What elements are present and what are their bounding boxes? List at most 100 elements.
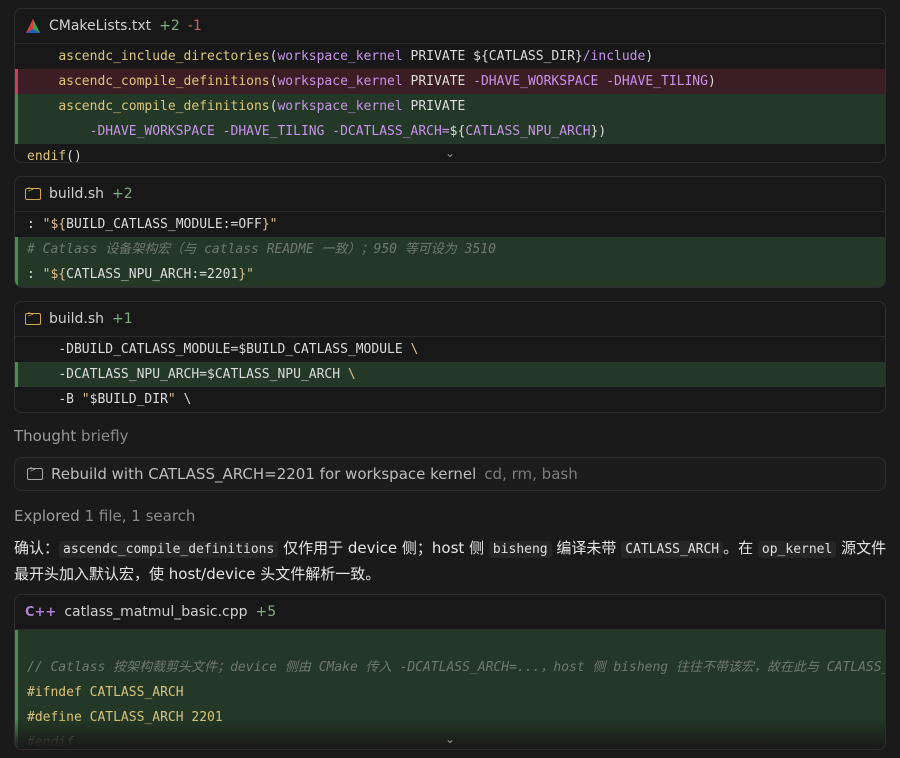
code-token: ascendc_compile_definitions (58, 99, 270, 114)
code-line: ascendc_compile_definitions(workspace_ke… (15, 94, 885, 119)
cmake-icon (26, 19, 40, 33)
code-token: ) (707, 74, 716, 89)
code-token: # Catlass 设备架构宏（与 catlass README 一致）；950… (27, 242, 496, 257)
code-token: endif (27, 149, 67, 163)
chevron-down-icon[interactable]: ⌄ (444, 147, 456, 159)
added-count: +2 (112, 186, 133, 202)
inline-code: bisheng (488, 541, 552, 558)
code-line: -DCATLASS_NPU_ARCH=$CATLASS_NPU_ARCH \ (15, 362, 885, 387)
removed-count: -1 (187, 18, 202, 34)
thought-suffix: briefly (81, 427, 129, 445)
diff-card-header[interactable]: C++ catlass_matmul_basic.cpp +5 (15, 595, 885, 630)
file-name: build.sh (49, 311, 105, 327)
message-text: 编译未带 (551, 539, 622, 557)
code-token: #ifndef (27, 685, 82, 700)
code-token: }" (261, 217, 278, 232)
inline-code: ascendc_compile_definitions (59, 541, 279, 558)
code-token: // Catlass 按架构裁剪头文件；device 侧由 CMake 传入 -… (27, 660, 886, 675)
message-text: 仅作用于 device 侧；host 侧 (278, 539, 489, 557)
explored-suffix: 1 file, 1 search (84, 507, 196, 525)
code-line: #ifndef CATLASS_ARCH (15, 680, 885, 705)
command-tools: cd, rm, bash (484, 465, 578, 483)
code-token: "${ (42, 267, 67, 282)
added-count: +1 (112, 311, 133, 327)
code-token: -DBUILD_CATLASS_MODULE=$BUILD_CATLASS_MO… (58, 342, 411, 357)
diff-card-build-sh-2: build.sh +1 -DBUILD_CATLASS_MODULE=$BUIL… (14, 301, 886, 413)
code-token: PRIVATE ${CATLASS_DIR} (402, 49, 583, 64)
code-token: $BUILD_DIR (89, 392, 168, 407)
inline-code: op_kernel (757, 541, 837, 558)
code-line: ascendc_include_directories(workspace_ke… (15, 44, 885, 69)
diff-card-cmakelists: CMakeLists.txt +2 -1 ascendc_include_dir… (14, 8, 886, 163)
code-token: " (81, 392, 90, 407)
code-token: }" (238, 267, 254, 282)
command-card[interactable]: Rebuild with CATLASS_ARCH=2201 for works… (14, 457, 886, 491)
terminal-icon (25, 185, 41, 200)
message-text: 。在 (723, 539, 758, 557)
cpp-icon: C++ (25, 604, 57, 620)
code-line: -DHAVE_WORKSPACE -DHAVE_TILING -DCATLASS… (15, 119, 885, 144)
code-line (15, 630, 885, 655)
added-count: +2 (159, 18, 180, 34)
code-line: : "${CATLASS_NPU_ARCH:=2201}" (15, 262, 885, 287)
code-token: #endif (27, 735, 74, 750)
code-token: }) (590, 124, 607, 139)
code-token: \ (347, 367, 356, 382)
code-token: ) (645, 49, 654, 64)
code-token: \ (175, 392, 192, 407)
code-line: -B "$BUILD_DIR" \ (15, 387, 885, 412)
code-token: BUILD_CATLASS_MODULE:=OFF (66, 217, 262, 232)
code-token: -DHAVE_WORKSPACE -DHAVE_TILING (473, 74, 708, 89)
terminal-icon (27, 465, 43, 480)
code-line: // Catlass 按架构裁剪头文件；device 侧由 CMake 传入 -… (15, 655, 885, 680)
diff-card-cpp: C++ catlass_matmul_basic.cpp +5 // Catla… (14, 594, 886, 750)
code-line: ascendc_compile_definitions(workspace_ke… (15, 69, 885, 94)
code-token: ${ (449, 124, 466, 139)
code-line: #define CATLASS_ARCH 2201 (15, 705, 885, 730)
code-token: \ (410, 342, 419, 357)
code-token: "${ (42, 217, 67, 232)
terminal-icon (25, 310, 41, 325)
command-text: Rebuild with CATLASS_ARCH=2201 for works… (51, 465, 477, 483)
diff-card-header[interactable]: CMakeLists.txt +2 -1 (15, 9, 885, 44)
code-token: : (27, 217, 43, 232)
code-token: ascendc_include_directories (58, 49, 270, 64)
thought-label[interactable]: Thought briefly (14, 427, 128, 445)
assistant-message: 确认： ascendc_compile_definitions 仅作用于 devi… (14, 536, 889, 586)
code-token: workspace_kernel (277, 99, 403, 114)
code-token: () (66, 149, 82, 163)
code-token: -DCATLASS_NPU_ARCH=$CATLASS_NPU_ARCH (58, 367, 348, 382)
code-token: workspace_kernel (277, 74, 403, 89)
file-name: catlass_matmul_basic.cpp (64, 604, 248, 620)
code-line: # Catlass 设备架构宏（与 catlass README 一致）；950… (15, 237, 885, 262)
diff-card-header[interactable]: build.sh +2 (15, 177, 885, 212)
file-name: CMakeLists.txt (49, 18, 152, 34)
thought-title: Thought (14, 427, 77, 445)
diff-card-header[interactable]: build.sh +1 (15, 302, 885, 337)
inline-code: CATLASS_ARCH (621, 541, 724, 558)
code-token: ascendc_compile_definitions (58, 74, 270, 89)
code-token: /include (582, 49, 646, 64)
code-token: CATLASS_ARCH (89, 685, 184, 700)
code-token: 2201 (191, 710, 223, 725)
added-count: +5 (255, 604, 277, 620)
code-token: -DHAVE_WORKSPACE -DHAVE_TILING -DCATLASS… (89, 124, 450, 139)
file-name: build.sh (49, 186, 105, 202)
explored-label[interactable]: Explored 1 file, 1 search (14, 507, 195, 525)
code-token: PRIVATE (402, 99, 466, 114)
chevron-down-icon[interactable]: ⌄ (444, 733, 456, 745)
code-token: CATLASS_NPU_ARCH (465, 124, 591, 139)
message-text: 确认： (14, 539, 60, 557)
code-line: -DBUILD_CATLASS_MODULE=$BUILD_CATLASS_MO… (15, 337, 885, 362)
diff-card-build-sh-1: build.sh +2 : "${BUILD_CATLASS_MODULE:=O… (14, 176, 886, 288)
diff-lines: -DBUILD_CATLASS_MODULE=$BUILD_CATLASS_MO… (15, 337, 885, 412)
code-line: : "${BUILD_CATLASS_MODULE:=OFF}" (15, 212, 885, 237)
code-token: #define (27, 710, 82, 725)
code-token: -B (58, 392, 82, 407)
diff-lines: : "${BUILD_CATLASS_MODULE:=OFF}" # Catlas… (15, 212, 885, 287)
code-token: workspace_kernel (277, 49, 403, 64)
explored-title: Explored (14, 507, 80, 525)
code-token: : (27, 267, 43, 282)
